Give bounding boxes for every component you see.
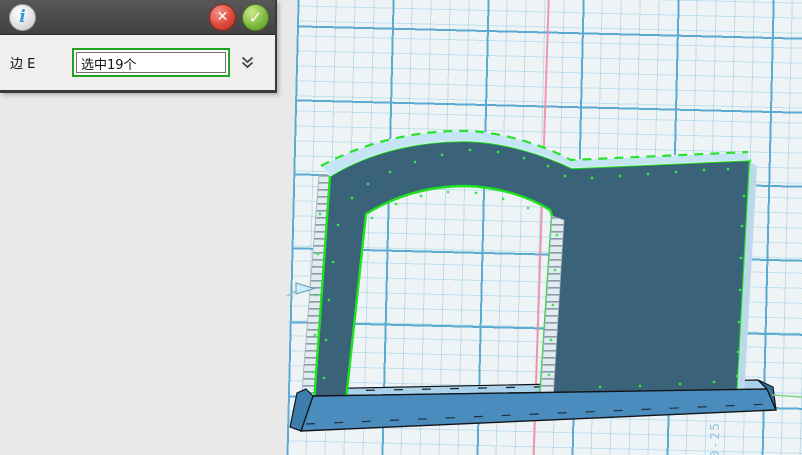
edge-selection-dialog: i ✕ ✓ 边 E 选中19个 bbox=[0, 0, 277, 93]
cad-window: 0-25 i ✕ ✓ 边 E 选中19个 bbox=[0, 0, 802, 455]
confirm-button[interactable]: ✓ bbox=[242, 4, 269, 31]
confirm-check-icon: ✓ bbox=[249, 8, 262, 27]
dialog-body: 边 E 选中19个 bbox=[0, 35, 275, 90]
cancel-button[interactable]: ✕ bbox=[209, 4, 236, 31]
base-front-face[interactable] bbox=[301, 389, 776, 431]
grid-coordinate-label: 0-25 bbox=[708, 396, 722, 455]
selection-count-value: 选中19个 bbox=[81, 58, 137, 73]
edge-field-label: 边 E bbox=[10, 53, 72, 72]
selection-count-field[interactable]: 选中19个 bbox=[72, 48, 230, 77]
cancel-x-icon: ✕ bbox=[217, 9, 229, 25]
double-chevron-down-icon[interactable] bbox=[240, 55, 255, 70]
dialog-titlebar[interactable]: i ✕ ✓ bbox=[0, 0, 275, 35]
info-glyph: i bbox=[19, 7, 25, 27]
arch-wall-face[interactable] bbox=[314, 141, 750, 403]
horizontal-axis-line bbox=[772, 395, 802, 397]
info-icon: i bbox=[9, 4, 36, 31]
